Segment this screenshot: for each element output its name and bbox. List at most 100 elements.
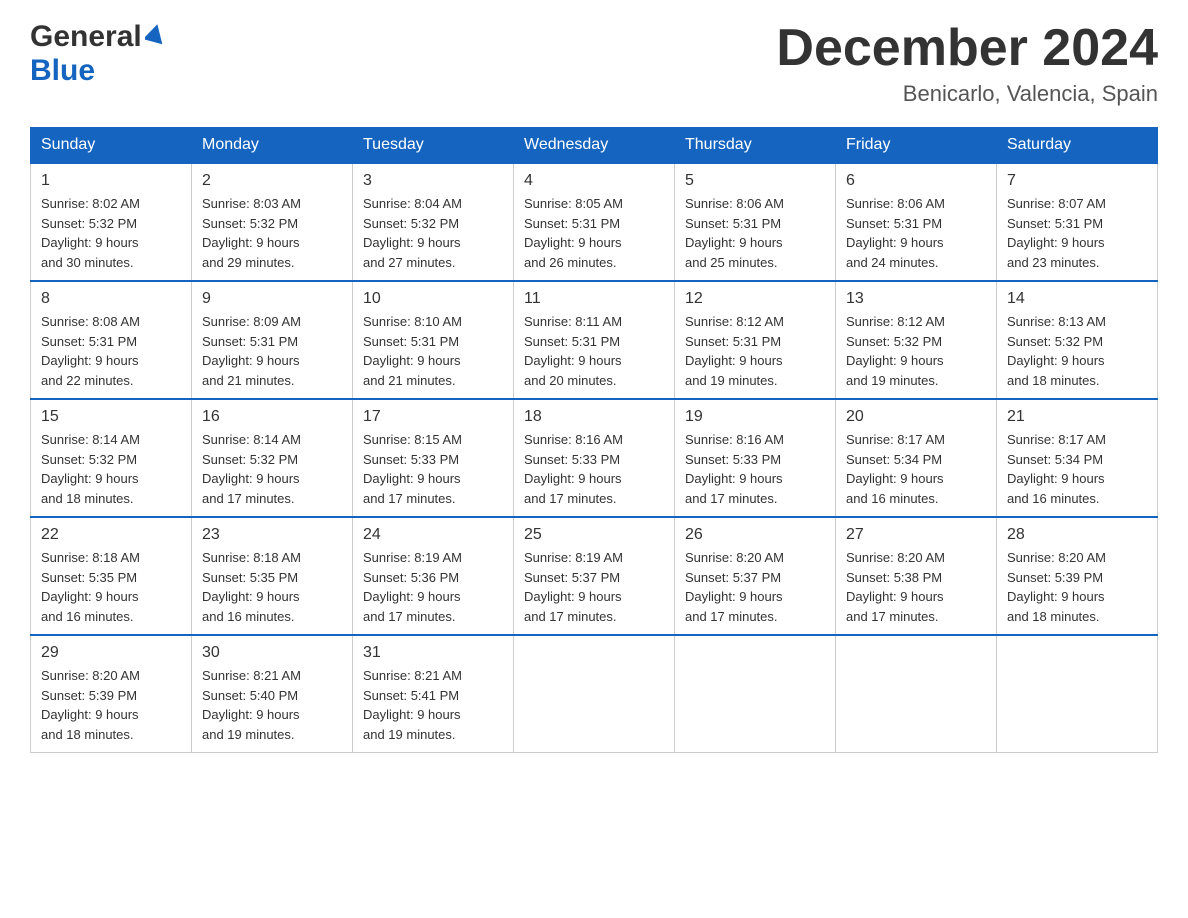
day-info: Sunrise: 8:20 AM Sunset: 5:39 PM Dayligh… xyxy=(41,666,181,744)
table-row xyxy=(836,635,997,753)
day-info: Sunrise: 8:13 AM Sunset: 5:32 PM Dayligh… xyxy=(1007,312,1147,390)
day-info: Sunrise: 8:07 AM Sunset: 5:31 PM Dayligh… xyxy=(1007,194,1147,272)
col-monday: Monday xyxy=(192,128,353,164)
day-number: 29 xyxy=(41,644,181,662)
calendar-header-row: Sunday Monday Tuesday Wednesday Thursday… xyxy=(31,128,1158,164)
day-info: Sunrise: 8:16 AM Sunset: 5:33 PM Dayligh… xyxy=(524,430,664,508)
day-info: Sunrise: 8:09 AM Sunset: 5:31 PM Dayligh… xyxy=(202,312,342,390)
day-info: Sunrise: 8:18 AM Sunset: 5:35 PM Dayligh… xyxy=(202,548,342,626)
day-number: 27 xyxy=(846,526,986,544)
table-row: 8 Sunrise: 8:08 AM Sunset: 5:31 PM Dayli… xyxy=(31,281,192,399)
day-info: Sunrise: 8:06 AM Sunset: 5:31 PM Dayligh… xyxy=(846,194,986,272)
calendar-week-row: 8 Sunrise: 8:08 AM Sunset: 5:31 PM Dayli… xyxy=(31,281,1158,399)
table-row: 2 Sunrise: 8:03 AM Sunset: 5:32 PM Dayli… xyxy=(192,163,353,281)
col-friday: Friday xyxy=(836,128,997,164)
day-number: 9 xyxy=(202,290,342,308)
day-number: 5 xyxy=(685,172,825,190)
logo-blue-text: Blue xyxy=(30,54,95,88)
table-row: 28 Sunrise: 8:20 AM Sunset: 5:39 PM Dayl… xyxy=(997,517,1158,635)
table-row: 13 Sunrise: 8:12 AM Sunset: 5:32 PM Dayl… xyxy=(836,281,997,399)
table-row: 21 Sunrise: 8:17 AM Sunset: 5:34 PM Dayl… xyxy=(997,399,1158,517)
table-row: 17 Sunrise: 8:15 AM Sunset: 5:33 PM Dayl… xyxy=(353,399,514,517)
table-row xyxy=(997,635,1158,753)
day-info: Sunrise: 8:18 AM Sunset: 5:35 PM Dayligh… xyxy=(41,548,181,626)
col-sunday: Sunday xyxy=(31,128,192,164)
table-row: 20 Sunrise: 8:17 AM Sunset: 5:34 PM Dayl… xyxy=(836,399,997,517)
day-info: Sunrise: 8:04 AM Sunset: 5:32 PM Dayligh… xyxy=(363,194,503,272)
col-wednesday: Wednesday xyxy=(514,128,675,164)
day-info: Sunrise: 8:11 AM Sunset: 5:31 PM Dayligh… xyxy=(524,312,664,390)
day-info: Sunrise: 8:21 AM Sunset: 5:41 PM Dayligh… xyxy=(363,666,503,744)
month-title: December 2024 xyxy=(776,20,1158,77)
day-info: Sunrise: 8:14 AM Sunset: 5:32 PM Dayligh… xyxy=(41,430,181,508)
day-info: Sunrise: 8:20 AM Sunset: 5:37 PM Dayligh… xyxy=(685,548,825,626)
day-info: Sunrise: 8:12 AM Sunset: 5:32 PM Dayligh… xyxy=(846,312,986,390)
table-row: 9 Sunrise: 8:09 AM Sunset: 5:31 PM Dayli… xyxy=(192,281,353,399)
day-info: Sunrise: 8:03 AM Sunset: 5:32 PM Dayligh… xyxy=(202,194,342,272)
calendar-week-row: 22 Sunrise: 8:18 AM Sunset: 5:35 PM Dayl… xyxy=(31,517,1158,635)
table-row xyxy=(675,635,836,753)
day-number: 4 xyxy=(524,172,664,190)
day-number: 28 xyxy=(1007,526,1147,544)
col-thursday: Thursday xyxy=(675,128,836,164)
table-row: 22 Sunrise: 8:18 AM Sunset: 5:35 PM Dayl… xyxy=(31,517,192,635)
day-number: 16 xyxy=(202,408,342,426)
day-info: Sunrise: 8:02 AM Sunset: 5:32 PM Dayligh… xyxy=(41,194,181,272)
logo-general-text: General xyxy=(30,20,142,54)
day-number: 17 xyxy=(363,408,503,426)
table-row: 23 Sunrise: 8:18 AM Sunset: 5:35 PM Dayl… xyxy=(192,517,353,635)
day-number: 13 xyxy=(846,290,986,308)
day-info: Sunrise: 8:06 AM Sunset: 5:31 PM Dayligh… xyxy=(685,194,825,272)
table-row: 5 Sunrise: 8:06 AM Sunset: 5:31 PM Dayli… xyxy=(675,163,836,281)
location-title: Benicarlo, Valencia, Spain xyxy=(776,81,1158,107)
table-row: 10 Sunrise: 8:10 AM Sunset: 5:31 PM Dayl… xyxy=(353,281,514,399)
table-row: 31 Sunrise: 8:21 AM Sunset: 5:41 PM Dayl… xyxy=(353,635,514,753)
day-number: 2 xyxy=(202,172,342,190)
day-number: 31 xyxy=(363,644,503,662)
logo: General Blue xyxy=(30,20,165,88)
day-number: 22 xyxy=(41,526,181,544)
day-number: 18 xyxy=(524,408,664,426)
day-info: Sunrise: 8:19 AM Sunset: 5:36 PM Dayligh… xyxy=(363,548,503,626)
day-number: 1 xyxy=(41,172,181,190)
table-row: 24 Sunrise: 8:19 AM Sunset: 5:36 PM Dayl… xyxy=(353,517,514,635)
day-info: Sunrise: 8:17 AM Sunset: 5:34 PM Dayligh… xyxy=(846,430,986,508)
day-info: Sunrise: 8:15 AM Sunset: 5:33 PM Dayligh… xyxy=(363,430,503,508)
day-number: 3 xyxy=(363,172,503,190)
day-info: Sunrise: 8:05 AM Sunset: 5:31 PM Dayligh… xyxy=(524,194,664,272)
day-info: Sunrise: 8:10 AM Sunset: 5:31 PM Dayligh… xyxy=(363,312,503,390)
table-row: 30 Sunrise: 8:21 AM Sunset: 5:40 PM Dayl… xyxy=(192,635,353,753)
table-row: 19 Sunrise: 8:16 AM Sunset: 5:33 PM Dayl… xyxy=(675,399,836,517)
table-row: 27 Sunrise: 8:20 AM Sunset: 5:38 PM Dayl… xyxy=(836,517,997,635)
day-number: 23 xyxy=(202,526,342,544)
calendar-week-row: 15 Sunrise: 8:14 AM Sunset: 5:32 PM Dayl… xyxy=(31,399,1158,517)
day-number: 30 xyxy=(202,644,342,662)
day-number: 25 xyxy=(524,526,664,544)
day-number: 19 xyxy=(685,408,825,426)
table-row: 16 Sunrise: 8:14 AM Sunset: 5:32 PM Dayl… xyxy=(192,399,353,517)
table-row: 29 Sunrise: 8:20 AM Sunset: 5:39 PM Dayl… xyxy=(31,635,192,753)
day-info: Sunrise: 8:20 AM Sunset: 5:38 PM Dayligh… xyxy=(846,548,986,626)
table-row: 12 Sunrise: 8:12 AM Sunset: 5:31 PM Dayl… xyxy=(675,281,836,399)
day-info: Sunrise: 8:16 AM Sunset: 5:33 PM Dayligh… xyxy=(685,430,825,508)
table-row: 3 Sunrise: 8:04 AM Sunset: 5:32 PM Dayli… xyxy=(353,163,514,281)
logo-triangle-icon xyxy=(145,24,165,51)
calendar-week-row: 1 Sunrise: 8:02 AM Sunset: 5:32 PM Dayli… xyxy=(31,163,1158,281)
col-tuesday: Tuesday xyxy=(353,128,514,164)
day-info: Sunrise: 8:14 AM Sunset: 5:32 PM Dayligh… xyxy=(202,430,342,508)
day-number: 20 xyxy=(846,408,986,426)
day-info: Sunrise: 8:08 AM Sunset: 5:31 PM Dayligh… xyxy=(41,312,181,390)
table-row: 15 Sunrise: 8:14 AM Sunset: 5:32 PM Dayl… xyxy=(31,399,192,517)
table-row xyxy=(514,635,675,753)
table-row: 25 Sunrise: 8:19 AM Sunset: 5:37 PM Dayl… xyxy=(514,517,675,635)
day-number: 21 xyxy=(1007,408,1147,426)
day-number: 11 xyxy=(524,290,664,308)
day-number: 8 xyxy=(41,290,181,308)
title-block: December 2024 Benicarlo, Valencia, Spain xyxy=(776,20,1158,107)
logo-line-1: General xyxy=(30,20,165,54)
day-number: 15 xyxy=(41,408,181,426)
col-saturday: Saturday xyxy=(997,128,1158,164)
day-number: 14 xyxy=(1007,290,1147,308)
day-number: 24 xyxy=(363,526,503,544)
table-row: 26 Sunrise: 8:20 AM Sunset: 5:37 PM Dayl… xyxy=(675,517,836,635)
